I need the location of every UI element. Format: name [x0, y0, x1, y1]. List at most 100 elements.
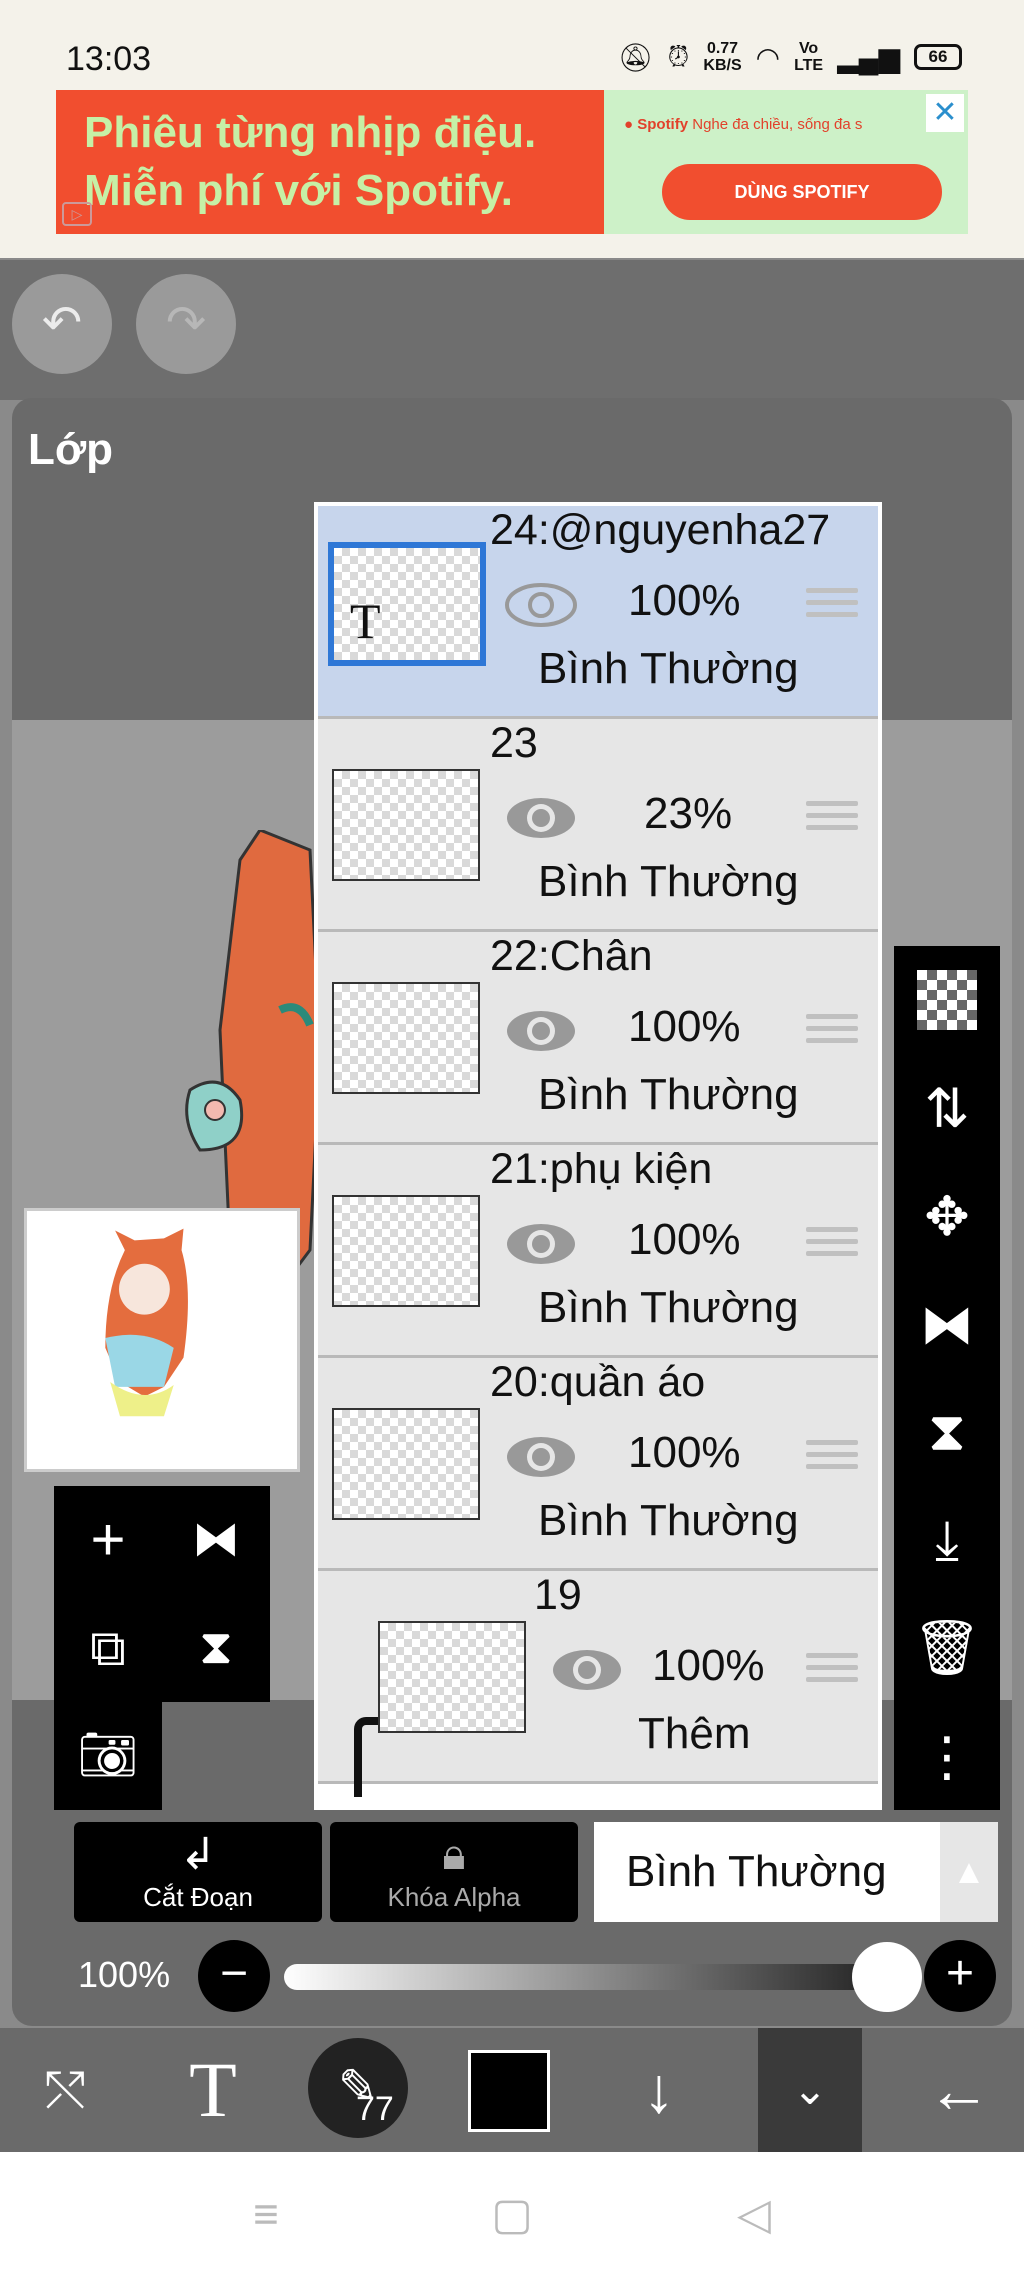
brush-size: 77: [356, 2090, 394, 2128]
ad-brand: ● Spotify Nghe đa chiều, sống đa s: [624, 116, 862, 133]
flip-horizontal-button[interactable]: ⧓: [894, 1270, 1000, 1378]
alpha-lock-button[interactable]: 🔒︎ Khóa Alpha: [330, 1822, 578, 1922]
network-speed-unit: KB/S: [703, 57, 742, 74]
alarm-icon: ⏰︎: [667, 40, 690, 72]
arrow-down-button[interactable]: ↓: [594, 2028, 724, 2152]
flip-vertical-button[interactable]: ⧗: [894, 1378, 1000, 1486]
camera-tool: 📷︎: [54, 1702, 162, 1810]
visibility-eye-icon[interactable]: [504, 1434, 578, 1480]
status-bar: 13:03 🔕︎ ⏰︎ 0.77 KB/S ◠ Vo LTE ▂▄▆ 66 Ph…: [0, 0, 1024, 258]
visibility-eye-icon[interactable]: [504, 1221, 578, 1267]
camera-button[interactable]: 📷︎: [54, 1702, 162, 1810]
layer-opacity: 100%: [628, 576, 741, 625]
duplicate-layer-button[interactable]: ⧉: [54, 1594, 162, 1702]
duplicate-icon: ⧉: [90, 1620, 126, 1676]
visibility-eye-icon[interactable]: [504, 582, 578, 628]
layer-panel-title: Lớp: [28, 425, 114, 474]
redo-button[interactable]: ↷: [136, 274, 236, 374]
layer-item-22[interactable]: 22:Chân 100% Bình Thường: [318, 932, 878, 1145]
home-nav-icon[interactable]: ▢: [472, 2180, 552, 2250]
opacity-decrease-button[interactable]: −: [198, 1940, 270, 2012]
layer-opacity: 23%: [644, 789, 733, 838]
back-button[interactable]: ←: [894, 2028, 1024, 2152]
redo-icon: ↷: [165, 297, 207, 350]
opacity-slider[interactable]: [284, 1964, 884, 1990]
transform-tool-button[interactable]: ⤲: [0, 2028, 130, 2152]
preview-artwork: [105, 1228, 188, 1417]
visibility-eye-icon[interactable]: [504, 795, 578, 841]
add-layer-button[interactable]: +: [54, 1486, 162, 1594]
opacity-slider-knob[interactable]: [852, 1942, 922, 2012]
drag-handle-icon[interactable]: [806, 1227, 858, 1265]
move-icon: ✥: [924, 1186, 970, 1247]
more-options-button[interactable]: ⋮: [894, 1702, 1000, 1810]
layer-item-20[interactable]: 20:quần áo 100% Bình Thường: [318, 1358, 878, 1571]
bottom-toolbar: ⤲ T ✎ 77 ↓ ⌄ ←: [0, 2028, 1024, 2152]
transparent-layer-button[interactable]: [894, 946, 1000, 1054]
flip-layer-vertical-button[interactable]: ⧗: [162, 1594, 270, 1702]
layer-thumbnail[interactable]: [332, 1408, 480, 1520]
layer-name: 20:quần áo: [490, 1358, 706, 1406]
ad-banner[interactable]: Phiêu từng nhịp điệu. Miễn phí với Spoti…: [56, 90, 968, 234]
wifi-icon: ◠: [755, 41, 781, 73]
delete-layer-button[interactable]: 🗑︎: [894, 1594, 1000, 1702]
layer-swap-button[interactable]: ⇅: [894, 1054, 1000, 1162]
ad-choices-icon[interactable]: ▷: [62, 202, 92, 226]
flip-layer-horizontal-button[interactable]: ⧓: [162, 1486, 270, 1594]
visibility-eye-icon[interactable]: [550, 1647, 624, 1693]
layer-name: 23: [490, 719, 538, 767]
battery-icon: 66: [914, 44, 962, 70]
drag-handle-icon[interactable]: [806, 801, 858, 839]
text-layer-glyph: T: [350, 593, 381, 649]
layer-thumbnail[interactable]: [378, 1621, 526, 1733]
mute-icon: 🔕︎: [618, 41, 654, 73]
layer-item-24[interactable]: T 24:@nguyenha27 100% Bình Thường: [318, 506, 878, 719]
flip-vertical-icon: ⧗: [928, 1401, 966, 1462]
layer-blend-mode: Bình Thường: [538, 644, 799, 693]
layer-item-19[interactable]: 19 100% Thêm: [318, 1571, 878, 1797]
canvas-preview[interactable]: [24, 1208, 300, 1472]
drag-handle-icon[interactable]: [806, 1014, 858, 1052]
layer-thumbnail[interactable]: T: [328, 542, 486, 666]
blend-mode-arrow-icon[interactable]: ▲: [940, 1822, 998, 1922]
back-nav-icon[interactable]: ◁: [714, 2180, 794, 2250]
layer-opacity: 100%: [628, 1215, 741, 1264]
text-tool-button[interactable]: T: [148, 2028, 278, 2152]
network-speed-value: 0.77: [706, 40, 739, 57]
flip-horizontal-icon: ⧓: [920, 1294, 974, 1355]
layer-list[interactable]: T 24:@nguyenha27 100% Bình Thường 23 23%…: [314, 502, 882, 1810]
visibility-eye-icon[interactable]: [504, 1008, 578, 1054]
layer-item-21[interactable]: 21:phụ kiện 100% Bình Thường: [318, 1145, 878, 1358]
layer-item-23[interactable]: 23 23% Bình Thường: [318, 719, 878, 932]
ad-cta-button[interactable]: DÙNG SPOTIFY: [662, 164, 942, 220]
ad-close-button[interactable]: ✕: [926, 94, 964, 132]
layers-button[interactable]: ⌄: [758, 2028, 862, 2152]
layer-name: 19: [534, 1571, 582, 1619]
undo-button[interactable]: ↶: [12, 274, 112, 374]
layer-thumbnail[interactable]: [332, 769, 480, 881]
clock: 13:03: [66, 40, 152, 78]
layer-thumbnail[interactable]: [332, 982, 480, 1094]
drag-handle-icon[interactable]: [806, 1440, 858, 1478]
menu-nav-icon[interactable]: ≡: [226, 2180, 306, 2250]
color-picker-button[interactable]: [468, 2050, 550, 2132]
drag-handle-icon[interactable]: [806, 588, 858, 626]
ad-panel[interactable]: ● Spotify Nghe đa chiều, sống đa s DÙNG …: [604, 90, 968, 234]
move-button[interactable]: ✥: [894, 1162, 1000, 1270]
layer-tools-left: + ⧓ ⧉ ⧗: [54, 1486, 270, 1702]
layer-blend-mode: Bình Thường: [538, 857, 799, 906]
layer-thumbnail[interactable]: [332, 1195, 480, 1307]
merge-down-button[interactable]: ⤓: [894, 1486, 1000, 1594]
blend-mode-select[interactable]: Bình Thường: [594, 1822, 940, 1922]
clipping-button[interactable]: ↲ Cắt Đoạn: [74, 1822, 322, 1922]
drag-handle-icon[interactable]: [806, 1653, 858, 1691]
layer-blend-mode: Bình Thường: [538, 1070, 799, 1119]
camera-icon: 📷︎: [77, 1729, 139, 1782]
signal-icon: ▂▄▆: [837, 41, 900, 73]
more-vertical-icon: ⋮: [920, 1726, 974, 1787]
opacity-increase-button[interactable]: +: [924, 1940, 996, 2012]
swap-icon: ⇅: [924, 1078, 970, 1139]
arrow-left-icon: ←: [927, 2054, 991, 2126]
spotify-icon: ●: [624, 116, 634, 133]
ad-headline[interactable]: Phiêu từng nhịp điệu. Miễn phí với Spoti…: [56, 90, 604, 234]
